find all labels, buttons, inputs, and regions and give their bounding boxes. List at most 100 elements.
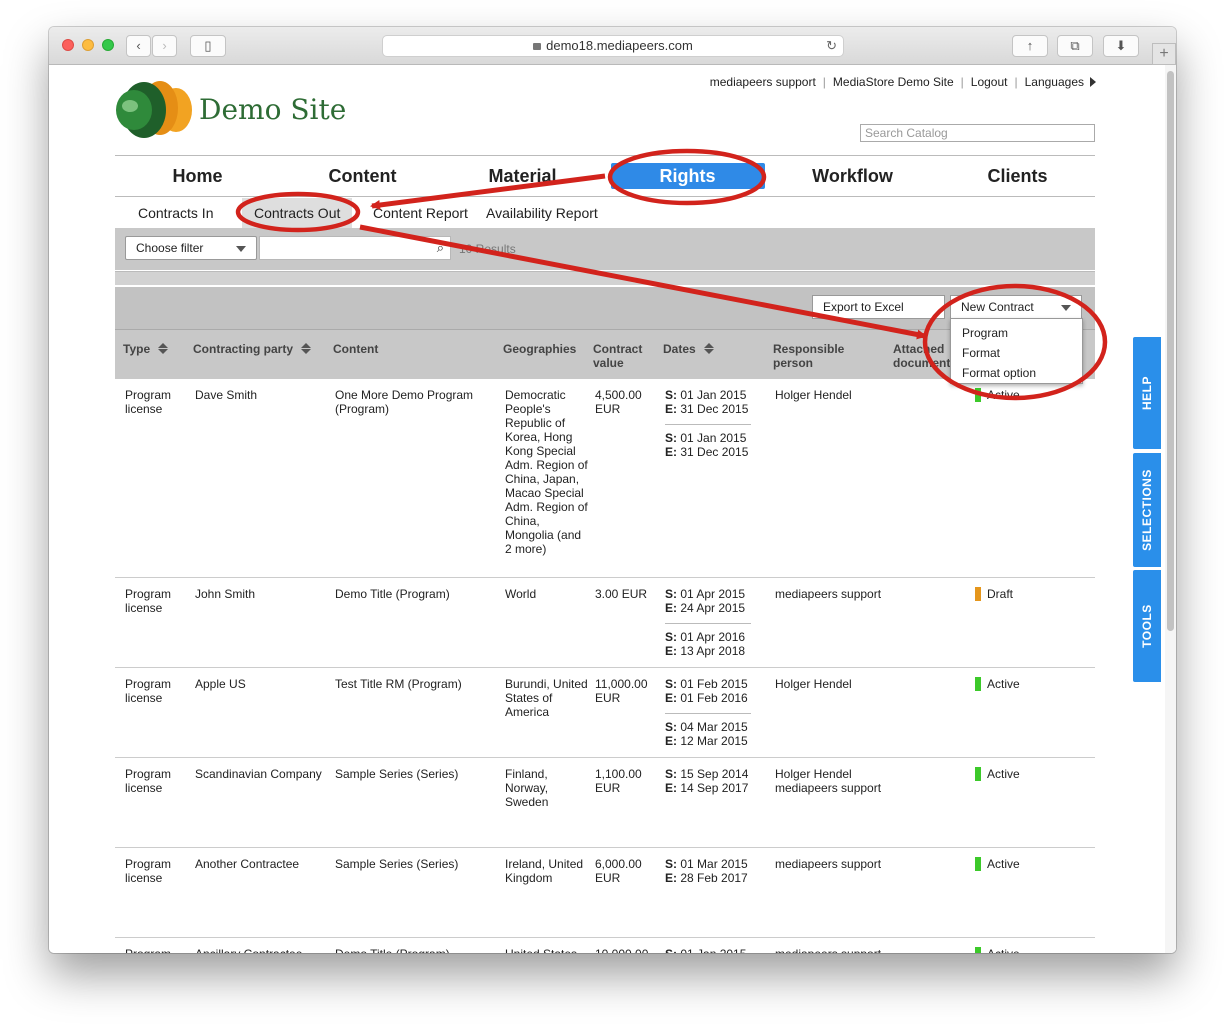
date-end-value: 14 Sep 2017 — [680, 781, 749, 795]
browser-titlebar: ‹ › ▯ demo18.mediapeers.com ↻ ↑ ⧉ ⬇ — [49, 27, 1176, 65]
forward-icon[interactable]: › — [152, 35, 177, 57]
top-link-mediastore[interactable]: MediaStore Demo Site — [833, 75, 954, 89]
date-end: E: 31 Dec 2015 — [665, 402, 751, 416]
table-row[interactable]: Program license Dave Smith One More Demo P… — [115, 379, 1095, 578]
cell-responsible-person: Holger Hendel — [775, 388, 852, 402]
new-contract-menu: Program Format Format option — [950, 318, 1083, 384]
top-link-languages[interactable]: Languages — [1025, 75, 1084, 89]
cell-responsible-person: Holger Hendel — [775, 677, 852, 691]
lock-icon — [533, 43, 542, 50]
date-start: S: 01 Feb 2015 — [665, 677, 751, 691]
site-name: Demo Site — [199, 93, 347, 126]
date-start-prefix: S: — [665, 431, 677, 445]
cell-geographies: United States — [505, 947, 590, 953]
cell-contracting-party: Another Contractee — [195, 857, 300, 871]
cell-responsible-person: mediapeers support — [775, 587, 882, 601]
status-badge: Active — [975, 677, 1075, 691]
side-tab-tools[interactable]: TOOLS — [1133, 570, 1161, 682]
date-end: E: 12 Mar 2015 — [665, 734, 751, 748]
header-type[interactable]: Type — [123, 342, 169, 356]
cell-responsible-person: mediapeers support — [775, 857, 882, 871]
cell-type: Program license — [125, 767, 172, 795]
nav-rights[interactable]: Rights — [605, 156, 770, 196]
back-icon[interactable]: ‹ — [126, 35, 151, 57]
date-start: S: 01 Mar 2015 — [665, 857, 751, 871]
table-row[interactable]: Program license Another Contractee Sample … — [115, 848, 1095, 938]
date-start: S: 01 Jan 2015 — [665, 947, 751, 953]
table-row[interactable]: Program license John Smith Demo Title (Pro… — [115, 578, 1095, 668]
sort-icon[interactable] — [301, 343, 312, 354]
sort-icon[interactable] — [703, 343, 714, 354]
subnav-contracts-out[interactable]: Contracts Out — [242, 198, 353, 228]
subnav-content-report[interactable]: Content Report — [361, 198, 480, 228]
results-count: 10 Results — [459, 242, 516, 256]
date-start-value: 01 Jan 2015 — [680, 388, 747, 402]
cell-type: Program license — [125, 677, 172, 705]
tabs-overview-icon[interactable]: ⧉ — [1057, 35, 1093, 57]
table-row[interactable]: Program license Scandinavian Company Sampl… — [115, 758, 1095, 848]
table-header: Type Contracting party Content Geographi… — [115, 329, 1095, 379]
date-range: S: 01 Jan 2015 E: 31 Dec 2015 — [665, 424, 751, 459]
nav-clients[interactable]: Clients — [935, 156, 1100, 196]
top-link-support[interactable]: mediapeers support — [710, 75, 816, 89]
header-contracting-party[interactable]: Contracting party — [193, 342, 312, 356]
search-icon[interactable]: ⌕ — [437, 240, 444, 256]
date-end: E: 14 Sep 2017 — [665, 781, 751, 795]
date-start: S: 01 Apr 2016 — [665, 630, 751, 644]
table-row[interactable]: Program Ancillary Contractee Demo Title (P… — [115, 938, 1095, 953]
export-excel-button[interactable]: Export to Excel — [812, 295, 945, 319]
date-start-prefix: S: — [665, 388, 677, 402]
side-tab-help[interactable]: HELP — [1133, 337, 1161, 449]
date-range: S: 01 Jan 2015 E: 31 Dec 2015 — [665, 388, 751, 416]
filter-search-input[interactable]: ⌕ — [259, 236, 451, 260]
nav-workflow[interactable]: Workflow — [770, 156, 935, 196]
close-window-button[interactable] — [62, 39, 74, 51]
sort-icon[interactable] — [158, 343, 169, 354]
subnav-contracts-in[interactable]: Contracts In — [126, 198, 225, 228]
address-bar[interactable]: demo18.mediapeers.com ↻ — [382, 35, 844, 57]
nav-rights-label: Rights — [610, 163, 765, 189]
date-end: E: 13 Apr 2018 — [665, 644, 751, 658]
new-contract-select[interactable]: New Contract — [950, 295, 1082, 319]
downloads-icon[interactable]: ⬇ — [1103, 35, 1139, 57]
date-start-prefix: S: — [665, 857, 677, 871]
languages-arrow-icon[interactable] — [1090, 77, 1096, 87]
filter-bar: Choose filter ⌕ 10 Results — [115, 228, 1095, 270]
date-range: S: 01 Jan 2015 — [665, 947, 751, 953]
scrollbar-thumb[interactable] — [1167, 71, 1174, 631]
date-start-prefix: S: — [665, 677, 677, 691]
zoom-window-button[interactable] — [102, 39, 114, 51]
cell-geographies: Democratic People's Republic of Korea, H… — [505, 388, 588, 556]
date-end-value: 31 Dec 2015 — [680, 402, 749, 416]
date-start-value: 04 Mar 2015 — [680, 720, 748, 734]
table-row[interactable]: Program license Apple US Test Title RM (Pr… — [115, 668, 1095, 758]
cell-content: Demo Title (Program) — [335, 947, 500, 953]
minimize-window-button[interactable] — [82, 39, 94, 51]
menu-item-format-option[interactable]: Format option — [951, 363, 1082, 383]
cell-contracting-party: Apple US — [195, 677, 246, 691]
sidebar-icon[interactable]: ▯ — [190, 35, 226, 57]
nav-home[interactable]: Home — [115, 156, 280, 196]
page-scrollbar[interactable] — [1165, 65, 1176, 953]
nav-content[interactable]: Content — [280, 156, 445, 196]
header-dates[interactable]: Dates — [663, 342, 714, 356]
search-catalog-input[interactable]: Search Catalog — [860, 124, 1095, 142]
date-end-value: 13 Apr 2018 — [680, 644, 746, 658]
side-tab-selections[interactable]: SELECTIONS — [1133, 453, 1161, 567]
subnav-availability-report[interactable]: Availability Report — [474, 198, 610, 228]
cell-dates: S: 15 Sep 2014 E: 14 Sep 2017 — [665, 767, 751, 803]
header-content: Content — [333, 342, 379, 356]
status-indicator-icon — [975, 947, 981, 953]
nav-material[interactable]: Material — [440, 156, 605, 196]
new-tab-button[interactable]: + — [1152, 43, 1176, 65]
cell-contract-value: 10,000.00 — [595, 947, 657, 953]
menu-item-format[interactable]: Format — [951, 343, 1082, 363]
top-link-logout[interactable]: Logout — [971, 75, 1008, 89]
status-badge: Active — [975, 947, 1075, 953]
reload-icon[interactable]: ↻ — [826, 36, 837, 56]
menu-item-program[interactable]: Program — [951, 323, 1082, 343]
date-start-value: 15 Sep 2014 — [680, 767, 749, 781]
choose-filter-select[interactable]: Choose filter — [125, 236, 257, 260]
share-icon[interactable]: ↑ — [1012, 35, 1048, 57]
date-end: E: 01 Feb 2016 — [665, 691, 751, 705]
